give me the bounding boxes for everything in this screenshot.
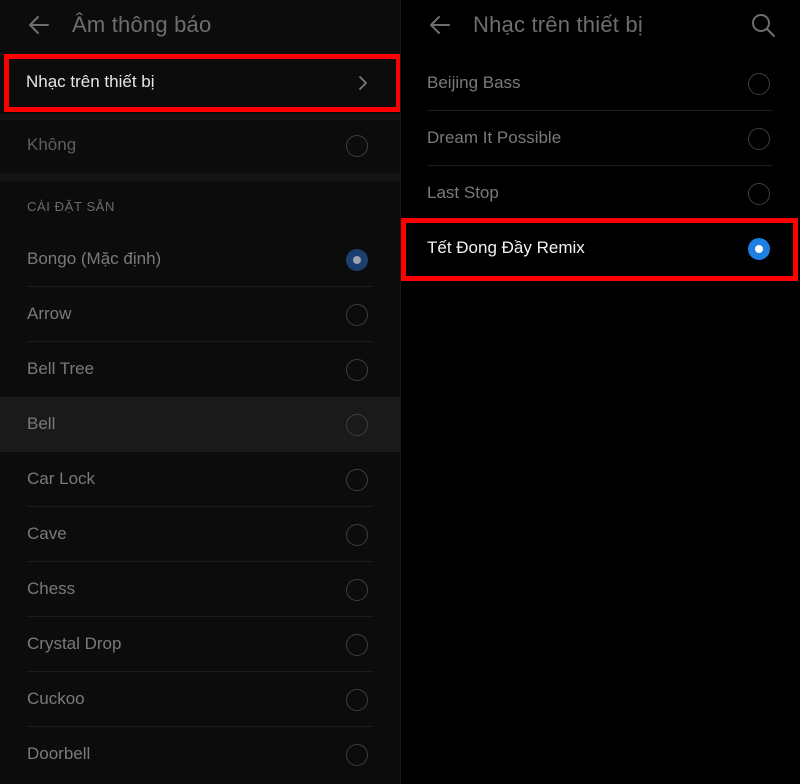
- song-item[interactable]: Dream It Possible: [401, 111, 800, 166]
- preset-item[interactable]: Cuckoo: [0, 672, 400, 727]
- back-arrow-icon[interactable]: [427, 12, 453, 38]
- preset-label: Cuckoo: [27, 689, 85, 708]
- header: Âm thông báo: [0, 0, 400, 52]
- preset-item[interactable]: Cave: [0, 507, 400, 562]
- radio[interactable]: [346, 689, 368, 711]
- preset-label: Bell: [27, 414, 56, 433]
- radio-selected[interactable]: [346, 249, 368, 271]
- radio[interactable]: [346, 359, 368, 381]
- radio[interactable]: [346, 634, 368, 656]
- radio[interactable]: [346, 414, 368, 436]
- preset-item[interactable]: Bell Tree: [0, 342, 400, 397]
- preset-label: Bongo (Mặc định): [27, 249, 162, 268]
- option-none[interactable]: Không: [0, 118, 400, 173]
- song-label: Beijing Bass: [427, 73, 521, 92]
- page-title: Âm thông báo: [72, 12, 212, 37]
- highlight-box-device-music: [4, 54, 400, 112]
- song-item[interactable]: Beijing Bass: [401, 56, 800, 111]
- notification-sound-screen: Âm thông báo Nhạc trên thiết bị Không CÀ…: [0, 0, 400, 784]
- radio[interactable]: [748, 128, 770, 150]
- page-title: Nhạc trên thiết bị: [473, 12, 643, 37]
- radio[interactable]: [748, 183, 770, 205]
- preset-item[interactable]: Bell: [0, 397, 400, 452]
- preset-label: Car Lock: [27, 469, 96, 488]
- song-item[interactable]: Last Stop: [401, 166, 800, 221]
- preset-item[interactable]: Crystal Drop: [0, 617, 400, 672]
- header: Nhạc trên thiết bị: [401, 0, 800, 52]
- highlight-box-selected-song: [401, 218, 798, 281]
- preset-label: Bell Tree: [27, 359, 95, 378]
- song-label: Last Stop: [427, 183, 499, 202]
- preset-label: Crystal Drop: [27, 634, 122, 653]
- back-arrow-icon[interactable]: [26, 12, 52, 38]
- radio[interactable]: [346, 744, 368, 766]
- radio[interactable]: [346, 524, 368, 546]
- preset-label: Arrow: [27, 304, 72, 323]
- preset-label: Chess: [27, 579, 76, 598]
- preset-item[interactable]: Chess: [0, 562, 400, 617]
- preset-label: Cave: [27, 524, 67, 543]
- radio[interactable]: [346, 304, 368, 326]
- radio[interactable]: [346, 469, 368, 491]
- song-label: Dream It Possible: [427, 128, 562, 147]
- section-header-presets: CÀI ĐẶT SẴN: [27, 199, 115, 214]
- preset-item[interactable]: Arrow: [0, 287, 400, 342]
- radio[interactable]: [346, 579, 368, 601]
- preset-item[interactable]: Bongo (Mặc định): [0, 232, 400, 287]
- preset-item[interactable]: Car Lock: [0, 452, 400, 507]
- search-icon[interactable]: [750, 12, 776, 38]
- radio-none[interactable]: [346, 135, 368, 157]
- preset-label: Doorbell: [27, 744, 91, 763]
- device-music-screen: Nhạc trên thiết bị Beijing Bass Dream It…: [401, 0, 800, 784]
- radio[interactable]: [748, 73, 770, 95]
- section-divider: [0, 173, 400, 181]
- option-none-label: Không: [27, 135, 77, 154]
- preset-item[interactable]: Doorbell: [0, 727, 400, 782]
